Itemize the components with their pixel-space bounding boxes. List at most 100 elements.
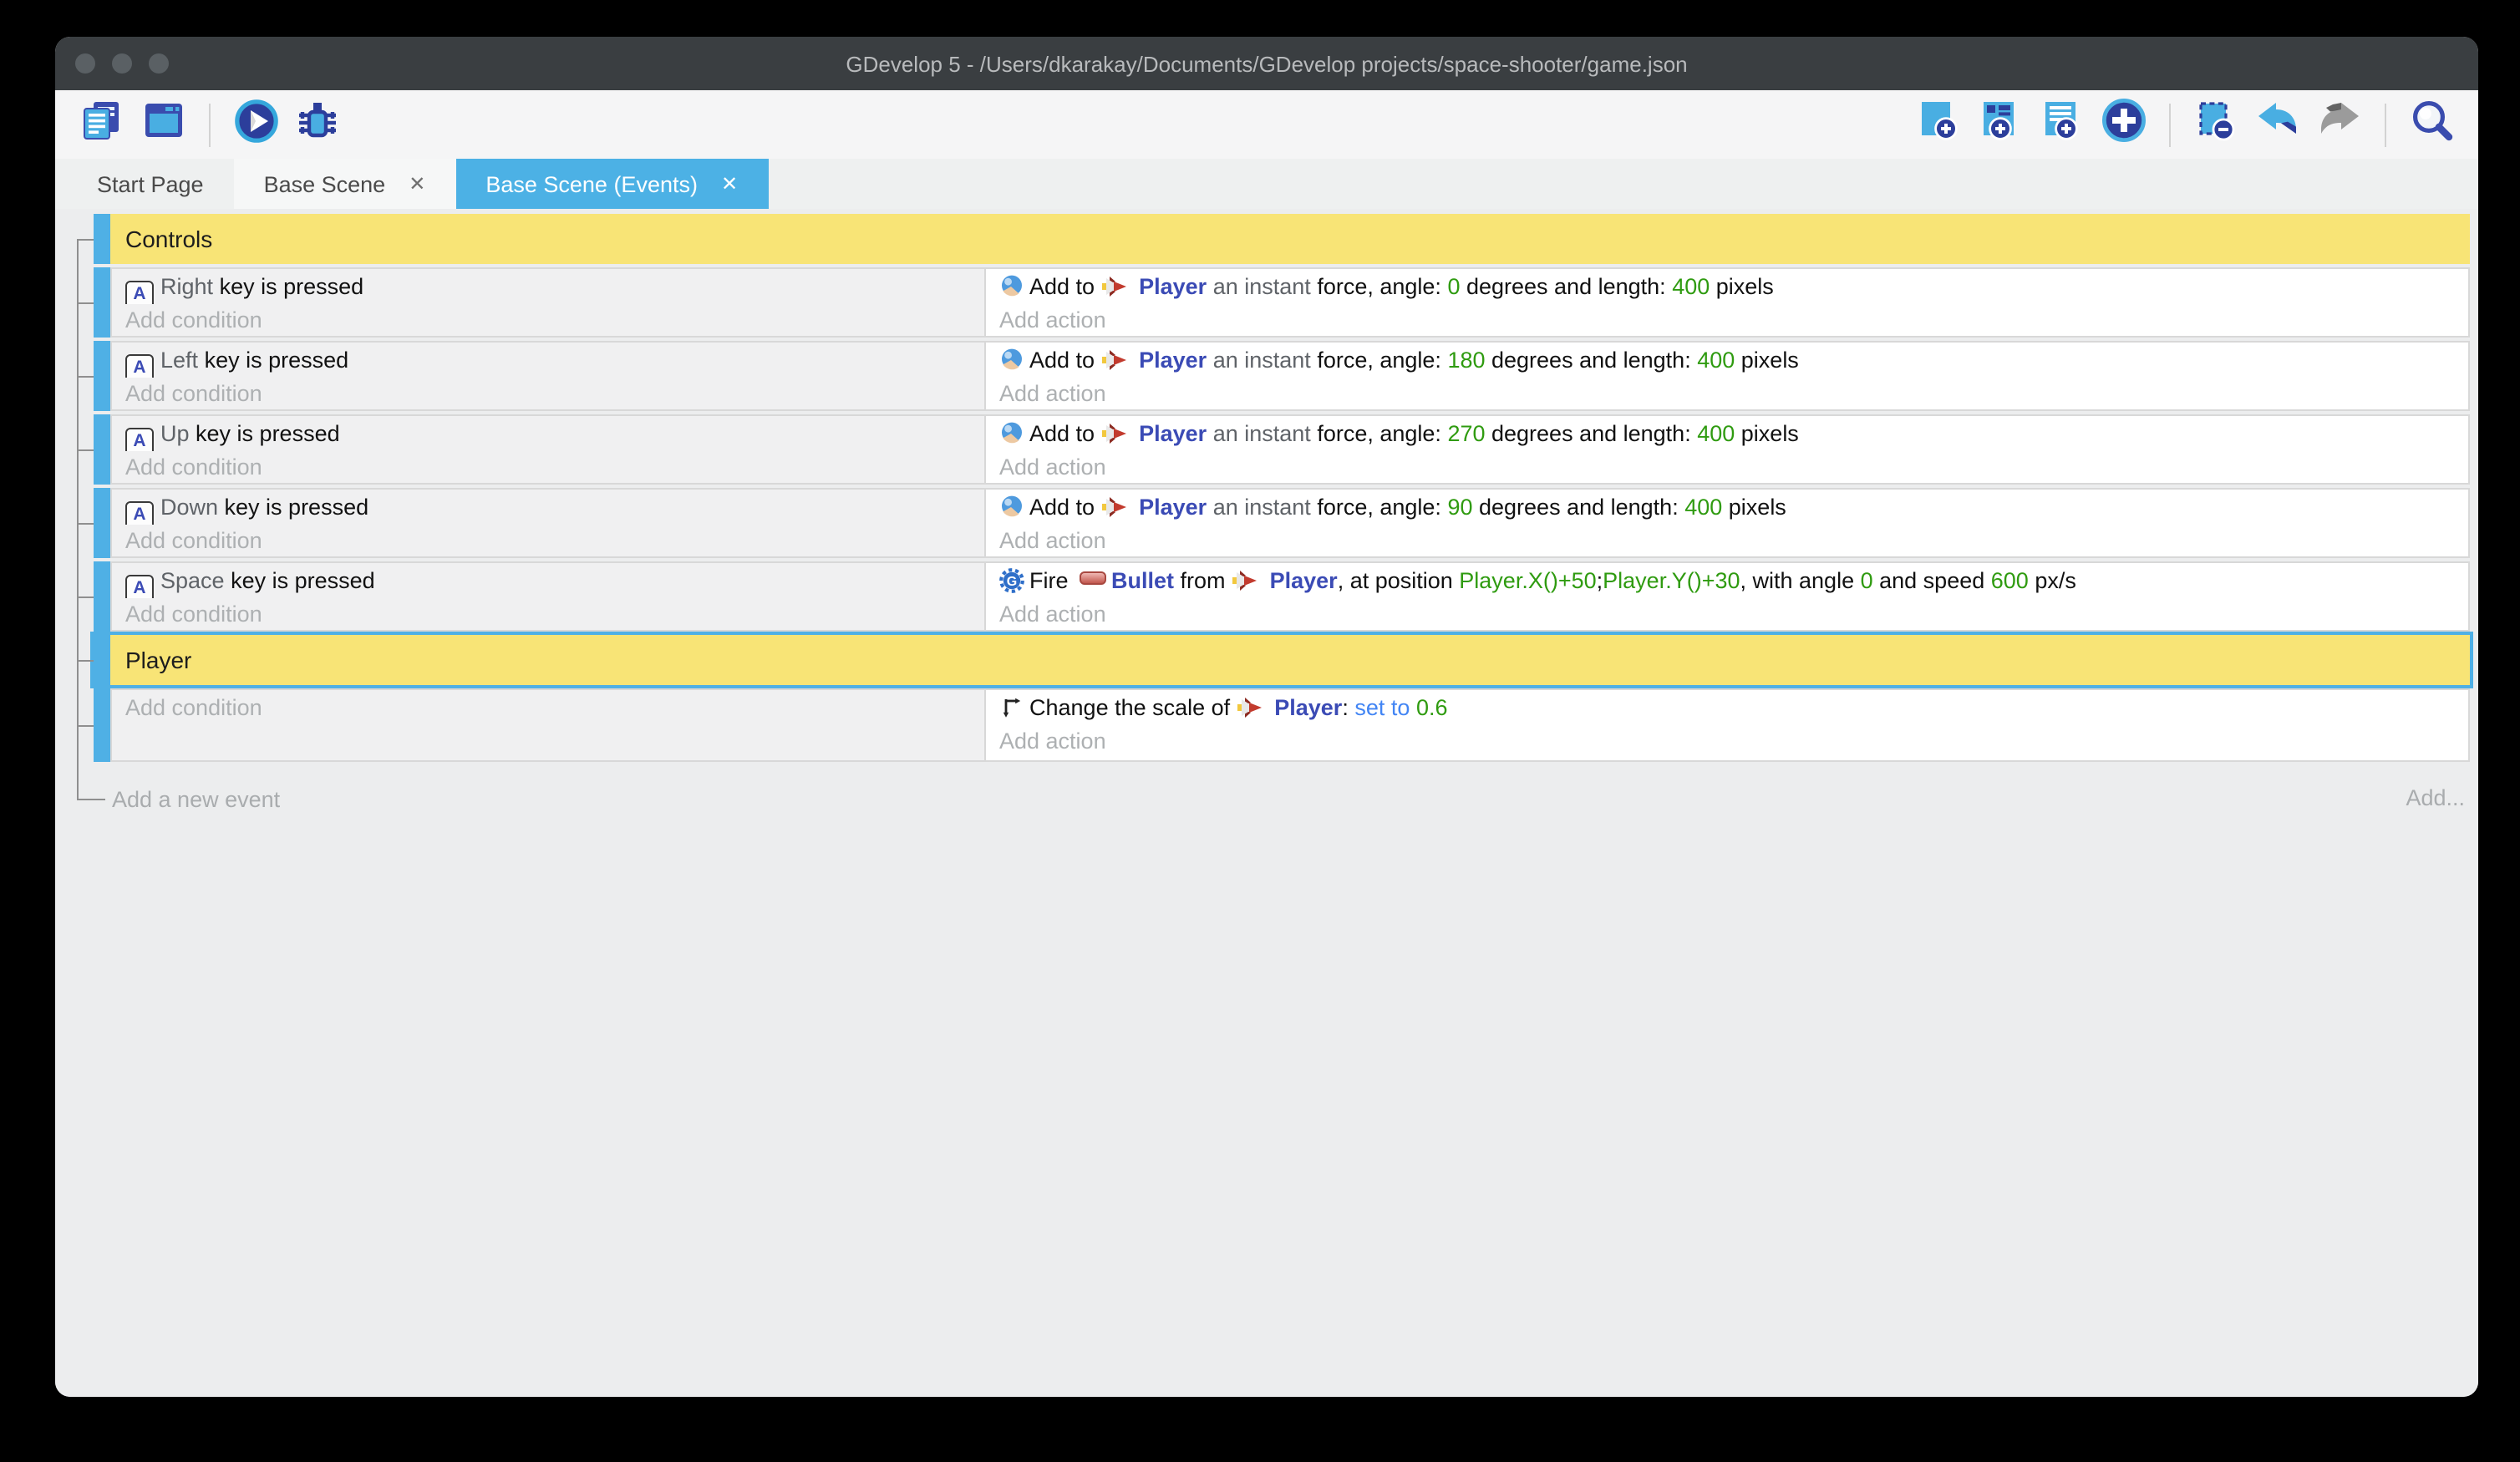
toolbar-separator: [2169, 103, 2171, 146]
add-event-button[interactable]: [1915, 101, 1962, 148]
text-segment: Right: [160, 274, 220, 299]
add-condition-link[interactable]: Add condition: [125, 451, 984, 485]
text-segment: and speed: [1873, 568, 1991, 593]
add-comment-event-button[interactable]: [2039, 101, 2086, 148]
condition-sentence[interactable]: ADown key is pressed: [125, 491, 984, 525]
text-segment: Change the scale of: [1029, 695, 1237, 720]
text-segment: Player: [1274, 695, 1342, 720]
project-manager-icon: [80, 99, 124, 150]
action-sentence[interactable]: Change the scale of Player: set to 0.6: [999, 692, 2468, 725]
conditions-column[interactable]: ALeft key is pressedAdd condition: [112, 343, 986, 409]
player-object-icon: [1101, 348, 1128, 373]
force-icon: [999, 348, 1024, 373]
group-header-controls[interactable]: Controls: [94, 214, 2470, 264]
add-other-event-button[interactable]: [2101, 101, 2147, 148]
close-tab-icon[interactable]: ✕: [721, 174, 738, 194]
conditions-column[interactable]: Add condition: [112, 690, 986, 760]
redo-button[interactable]: [2316, 101, 2363, 148]
conditions-column[interactable]: ADown key is pressedAdd condition: [112, 490, 986, 556]
scene-editor-window-icon: [142, 99, 185, 150]
toolbar-right-group: [1915, 101, 2455, 148]
project-manager-button[interactable]: [79, 101, 125, 148]
scene-editor-window-button[interactable]: [140, 101, 187, 148]
minimize-button[interactable]: [112, 53, 132, 74]
preview-play-icon: [233, 98, 278, 151]
actions-column[interactable]: Add to Player an instant force, angle: 1…: [986, 343, 2468, 409]
event-body: ASpace key is pressedAdd condition GFire …: [110, 561, 2470, 632]
text-segment: [1133, 348, 1140, 373]
add-condition-link[interactable]: Add condition: [125, 525, 984, 558]
text-segment: 0: [1861, 568, 1873, 593]
keyboard-key-icon: A: [125, 575, 154, 598]
text-segment: Player: [1139, 421, 1207, 446]
close-button[interactable]: [75, 53, 95, 74]
text-segment: [1207, 274, 1213, 299]
event-row: Add conditionChange the scale of Player:…: [94, 688, 2470, 762]
condition-sentence[interactable]: AUp key is pressed: [125, 418, 984, 451]
force-icon: [999, 495, 1024, 520]
tab-base-scene-events-[interactable]: Base Scene (Events)✕: [455, 159, 768, 209]
remove-event-button[interactable]: [2192, 101, 2239, 148]
add-action-link[interactable]: Add action: [999, 304, 2468, 338]
preview-play-button[interactable]: [232, 101, 279, 148]
tab-base-scene[interactable]: Base Scene✕: [234, 159, 456, 209]
action-sentence[interactable]: Add to Player an instant force, angle: 9…: [999, 491, 2468, 525]
actions-column[interactable]: Change the scale of Player: set to 0.6Ad…: [986, 690, 2468, 760]
add-action-link[interactable]: Add action: [999, 598, 2468, 632]
text-segment: Player.Y()+30: [1603, 568, 1740, 593]
actions-column[interactable]: Add to Player an instant force, angle: 0…: [986, 269, 2468, 336]
action-sentence[interactable]: GFire Bullet from Player, at position Pl…: [999, 565, 2468, 598]
tree-guide-line: [77, 239, 79, 799]
undo-button[interactable]: [2254, 101, 2301, 148]
text-segment: key is pressed: [205, 348, 349, 373]
text-segment: [1207, 348, 1213, 373]
toolbar-separator: [209, 103, 211, 146]
add-new-event-link[interactable]: Add a new event: [112, 787, 280, 812]
event-body: ADown key is pressedAdd condition Add to …: [110, 488, 2470, 558]
debugger-bug-button[interactable]: [294, 101, 341, 148]
add-action-link[interactable]: Add action: [999, 378, 2468, 411]
toolbar-separator: [2385, 103, 2386, 146]
condition-sentence[interactable]: ASpace key is pressed: [125, 565, 984, 598]
action-sentence[interactable]: Add to Player an instant force, angle: 0…: [999, 271, 2468, 304]
group-header-player[interactable]: Player: [94, 635, 2470, 685]
actions-column[interactable]: Add to Player an instant force, angle: 9…: [986, 490, 2468, 556]
actions-column[interactable]: GFire Bullet from Player, at position Pl…: [986, 563, 2468, 630]
actions-column[interactable]: Add to Player an instant force, angle: 2…: [986, 416, 2468, 483]
text-segment: an instant: [1213, 495, 1311, 520]
add-condition-link[interactable]: Add condition: [125, 598, 984, 632]
group-header-fill: Player: [110, 635, 2470, 685]
text-segment: 0.6: [1416, 695, 1448, 720]
title-bar: GDevelop 5 - /Users/dkarakay/Documents/G…: [55, 37, 2478, 90]
add-button[interactable]: Add...: [2406, 785, 2465, 810]
conditions-column[interactable]: ASpace key is pressedAdd condition: [112, 563, 986, 630]
conditions-column[interactable]: AUp key is pressedAdd condition: [112, 416, 986, 483]
add-action-link[interactable]: Add action: [999, 725, 2468, 759]
action-sentence[interactable]: Add to Player an instant force, angle: 2…: [999, 418, 2468, 451]
event-body: ARight key is pressedAdd condition Add to…: [110, 267, 2470, 338]
add-sub-event-button[interactable]: [1977, 101, 2024, 148]
group-label: Player: [110, 647, 191, 673]
conditions-column[interactable]: ARight key is pressedAdd condition: [112, 269, 986, 336]
search-button[interactable]: [2408, 101, 2455, 148]
add-comment-event-icon: [2040, 98, 2085, 151]
action-sentence[interactable]: Add to Player an instant force, angle: 1…: [999, 344, 2468, 378]
text-segment: Player: [1270, 568, 1338, 593]
bullet-object-icon: [1080, 571, 1106, 585]
text-segment: Player: [1139, 274, 1207, 299]
text-segment: 400: [1684, 495, 1722, 520]
gdevelop-window: GDevelop 5 - /Users/dkarakay/Documents/G…: [55, 37, 2478, 1397]
zoom-button[interactable]: [149, 53, 169, 74]
text-segment: [1133, 274, 1140, 299]
add-condition-link[interactable]: Add condition: [125, 692, 984, 725]
add-condition-link[interactable]: Add condition: [125, 304, 984, 338]
condition-sentence[interactable]: ALeft key is pressed: [125, 344, 984, 378]
add-action-link[interactable]: Add action: [999, 451, 2468, 485]
add-action-link[interactable]: Add action: [999, 525, 2468, 558]
close-tab-icon[interactable]: ✕: [409, 174, 425, 194]
condition-sentence[interactable]: ARight key is pressed: [125, 271, 984, 304]
text-segment: 400: [1697, 421, 1735, 446]
redo-icon: [2316, 98, 2363, 151]
tab-start-page[interactable]: Start Page: [67, 159, 234, 209]
add-condition-link[interactable]: Add condition: [125, 378, 984, 411]
